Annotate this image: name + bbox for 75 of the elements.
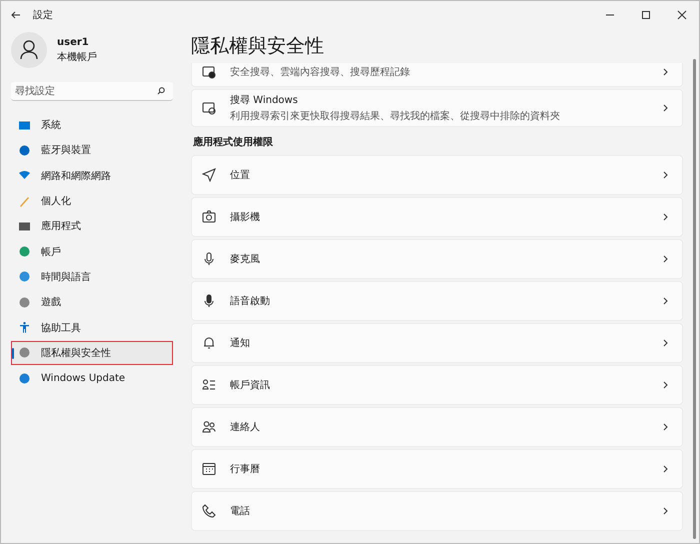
chevron-icon (663, 339, 668, 347)
permission-label: 行事曆 (230, 462, 261, 476)
permission-label: 麥克風 (230, 252, 261, 266)
chevron-icon (663, 213, 668, 221)
card-description: 利用搜尋索引來更快取得搜尋結果、尋找我的檔案、從搜尋中排除的資料夾 (230, 110, 561, 123)
permission-label: 帳戶資訊 (230, 378, 271, 392)
search-field[interactable]: 尋找設定 (11, 82, 173, 101)
sidebar-item[interactable]: 遊戲 (11, 290, 173, 314)
chevron-icon (663, 68, 668, 76)
category-icon (19, 170, 30, 182)
category-icon (19, 196, 30, 207)
permission-card[interactable]: 麥克風 (191, 239, 683, 279)
permission-card[interactable]: 語音啟動 (191, 281, 683, 321)
permission-label: 位置 (230, 168, 251, 182)
category-icon (19, 120, 30, 131)
card-title: 搜尋 Windows (230, 94, 299, 107)
avatar-icon (11, 32, 47, 68)
sidebar-item[interactable]: 個人化 (11, 188, 173, 214)
category-icon (19, 296, 30, 308)
permission-icon (202, 504, 216, 518)
permission-icon (202, 210, 216, 224)
permission-card[interactable]: 行事曆 (191, 449, 683, 489)
close-icon[interactable] (677, 10, 687, 20)
permission-icon (202, 336, 216, 350)
permission-label: 通知 (230, 336, 251, 350)
permission-card[interactable]: 連絡人 (191, 407, 683, 447)
sidebar-item[interactable]: 時間與語言 (11, 264, 173, 290)
card-description: 安全搜尋、雲端內容搜尋、搜尋歷程記錄 (230, 66, 411, 79)
sidebar-item[interactable]: 網路和網際網路 (11, 164, 173, 188)
permission-icon (202, 420, 216, 434)
permission-card[interactable]: 電話 (191, 491, 683, 531)
chevron-icon (663, 104, 668, 112)
category-icon (19, 144, 30, 156)
permission-icon (202, 252, 216, 266)
chevron-icon (663, 423, 668, 431)
section-heading: 應用程式使用權限 (193, 135, 274, 149)
permission-card[interactable]: 通知 (191, 323, 683, 363)
chevron-icon (663, 381, 668, 389)
permission-card[interactable]: 位置 (191, 155, 683, 195)
chevron-icon (663, 297, 668, 305)
chevron-icon (663, 507, 668, 515)
category-icon (19, 246, 30, 258)
permission-label: 攝影機 (230, 210, 261, 224)
sidebar-item[interactable]: Windows Update (11, 366, 173, 390)
sidebar-item[interactable]: 應用程式 (11, 214, 173, 238)
settings-card[interactable]: 搜尋 Windows 利用搜尋索引來更快取得搜尋結果、尋找我的檔案、從搜尋中排除的資料夾 (191, 89, 683, 127)
permission-icon (202, 294, 216, 308)
category-icon (19, 220, 30, 232)
sidebar-item[interactable]: 藍牙與裝置 (11, 138, 173, 163)
permission-label: 電話 (230, 504, 251, 518)
permission-label: 語音啟動 (230, 294, 271, 308)
window-title: 設定 (33, 8, 53, 22)
user-name: user1 (57, 36, 90, 48)
back-icon[interactable] (11, 11, 21, 19)
category-icon (19, 372, 30, 384)
sidebar-item[interactable]: 系統 (11, 113, 173, 138)
permission-card[interactable]: 攝影機 (191, 197, 683, 237)
chevron-icon (663, 255, 668, 263)
chevron-icon (663, 171, 668, 179)
sidebar-item[interactable]: 隱私權與安全性 (11, 340, 173, 365)
category-icon (19, 347, 30, 358)
settings-card[interactable]: 安全搜尋、雲端內容搜尋、搜尋歷程記錄 (191, 63, 683, 87)
account-type: 本機帳戶 (57, 50, 97, 64)
category-icon (19, 271, 30, 282)
chevron-icon (663, 465, 668, 473)
category-icon (19, 322, 30, 334)
permission-icon (202, 378, 216, 392)
permission-card[interactable]: 帳戶資訊 (191, 365, 683, 405)
page-title: 隱私權與安全性 (191, 34, 325, 59)
permission-icon (202, 462, 216, 476)
maximize-icon[interactable] (641, 10, 651, 20)
permission-icon (202, 168, 216, 182)
sidebar-item[interactable]: 帳戶 (11, 239, 173, 264)
permission-label: 連絡人 (230, 420, 261, 434)
sidebar-item[interactable]: 協助工具 (11, 315, 173, 340)
